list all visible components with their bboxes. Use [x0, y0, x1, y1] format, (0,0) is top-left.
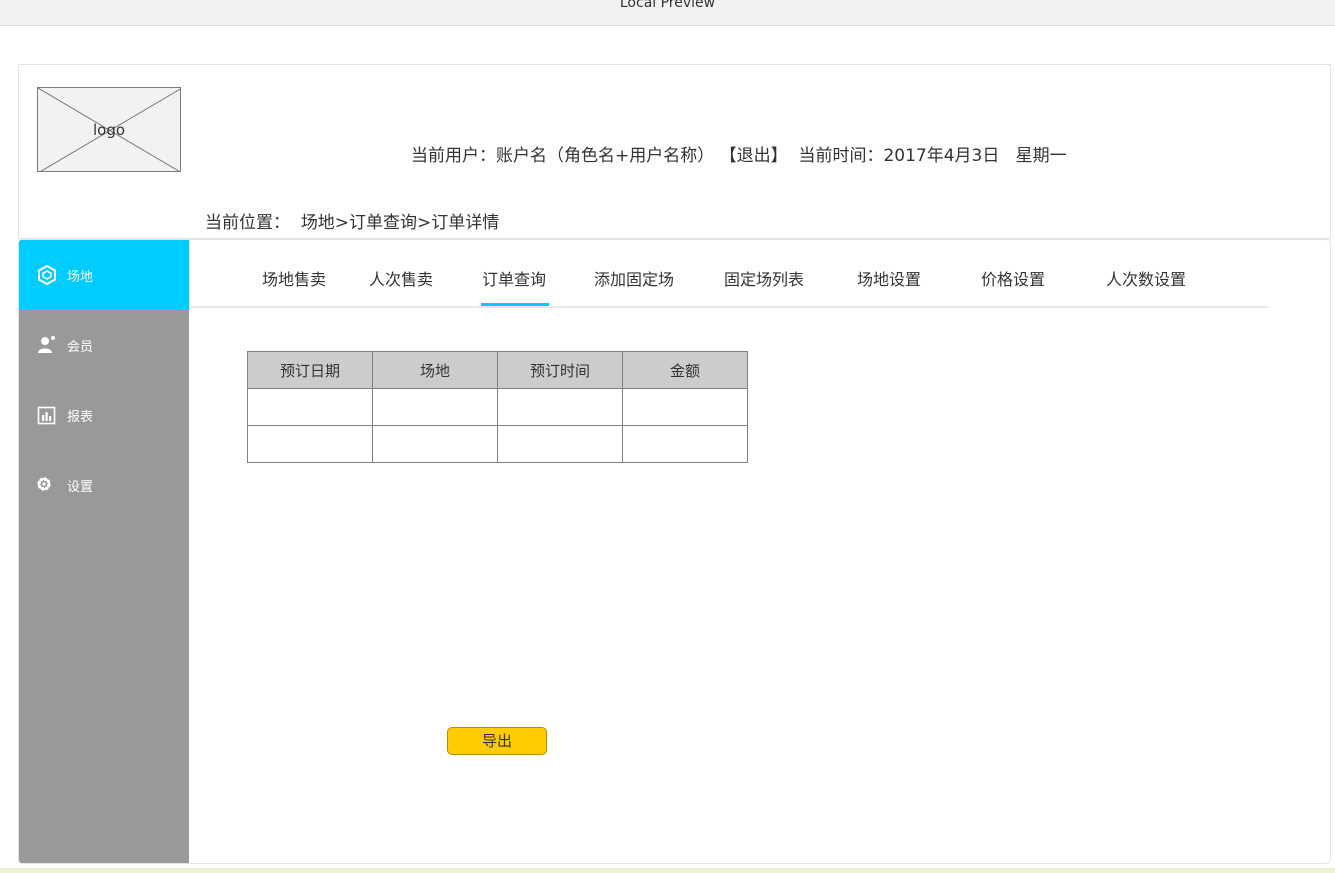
sidebar: 场地 会员 报表 设置 [19, 240, 189, 863]
current-time-label: 当前时间： [798, 146, 884, 166]
sidebar-item-label: 设置 [67, 480, 94, 495]
breadcrumb-label: 当前位置： [205, 213, 290, 233]
table-row [247, 425, 748, 463]
tab-venue-sales[interactable]: 场地售卖 [262, 266, 326, 290]
column-header: 金额 [622, 351, 748, 389]
logout-link[interactable]: 【退出】 [720, 146, 788, 166]
breadcrumb: 当前位置： 场地>订单查询>订单详情 [205, 208, 499, 233]
tab-add-fixed-venue[interactable]: 添加固定场 [594, 266, 674, 290]
member-icon [36, 334, 58, 356]
current-user-label: 当前用户： [411, 146, 496, 166]
column-header: 预订时间 [497, 351, 623, 389]
table-cell [247, 425, 373, 463]
active-tab-indicator [481, 303, 549, 306]
sidebar-item-label: 场地 [67, 270, 94, 285]
sidebar-item-label: 会员 [67, 340, 94, 355]
current-time-value: 2017年4月3日 [883, 146, 1000, 166]
tab-headcount-sales[interactable]: 人次售卖 [369, 266, 433, 290]
table-cell [622, 425, 748, 463]
report-icon [36, 404, 58, 426]
logo-text: logo [92, 121, 126, 139]
table-cell [622, 388, 748, 426]
table-cell [372, 425, 498, 463]
window-titlebar: Local Preview [0, 0, 1335, 26]
table-cell [497, 425, 623, 463]
tab-price-settings[interactable]: 价格设置 [981, 266, 1045, 290]
sidebar-item-label: 报表 [67, 410, 94, 425]
sidebar-item-report[interactable]: 报表 [19, 380, 189, 450]
weekday: 星期一 [1015, 146, 1067, 166]
page-header: logo 当前用户：账户名（角色名+用户名称） 【退出】 当前时间：2017年4… [18, 64, 1331, 198]
main-panel: 场地 会员 报表 设置 场地售卖 人次售卖 订单查询 添加固定场 固定场列表 场… [18, 239, 1331, 864]
sidebar-item-member[interactable]: 会员 [19, 310, 189, 380]
breadcrumb-bar: 当前位置： 场地>订单查询>订单详情 [18, 197, 1331, 239]
table-cell [497, 388, 623, 426]
venue-icon [36, 264, 58, 286]
table-cell [372, 388, 498, 426]
bottom-strip [0, 868, 1335, 873]
window-title: Local Preview [619, 0, 716, 11]
current-user-value: 账户名（角色名+用户名称） [496, 146, 715, 166]
tab-headcount-settings[interactable]: 人次数设置 [1106, 266, 1186, 290]
tab-venue-settings[interactable]: 场地设置 [857, 266, 921, 290]
order-detail-table: 预订日期 场地 预订时间 金额 [247, 351, 748, 463]
column-header: 场地 [372, 351, 498, 389]
gear-icon [36, 474, 58, 496]
column-header: 预订日期 [247, 351, 373, 389]
sidebar-item-settings[interactable]: 设置 [19, 450, 189, 520]
table-header-row: 预订日期 场地 预订时间 金额 [247, 351, 748, 389]
tab-fixed-venue-list[interactable]: 固定场列表 [724, 266, 804, 290]
breadcrumb-path: 场地>订单查询>订单详情 [300, 213, 500, 233]
user-info-line: 当前用户：账户名（角色名+用户名称） 【退出】 当前时间：2017年4月3日 星… [411, 141, 1067, 166]
tab-bar: 场地售卖 人次售卖 订单查询 添加固定场 固定场列表 场地设置 价格设置 人次数… [189, 240, 1269, 308]
tab-order-query[interactable]: 订单查询 [482, 266, 546, 290]
sidebar-item-venue[interactable]: 场地 [19, 240, 189, 310]
table-row [247, 388, 748, 426]
table-cell [247, 388, 373, 426]
logo-placeholder: logo [37, 87, 181, 172]
export-button[interactable]: 导出 [447, 727, 547, 755]
